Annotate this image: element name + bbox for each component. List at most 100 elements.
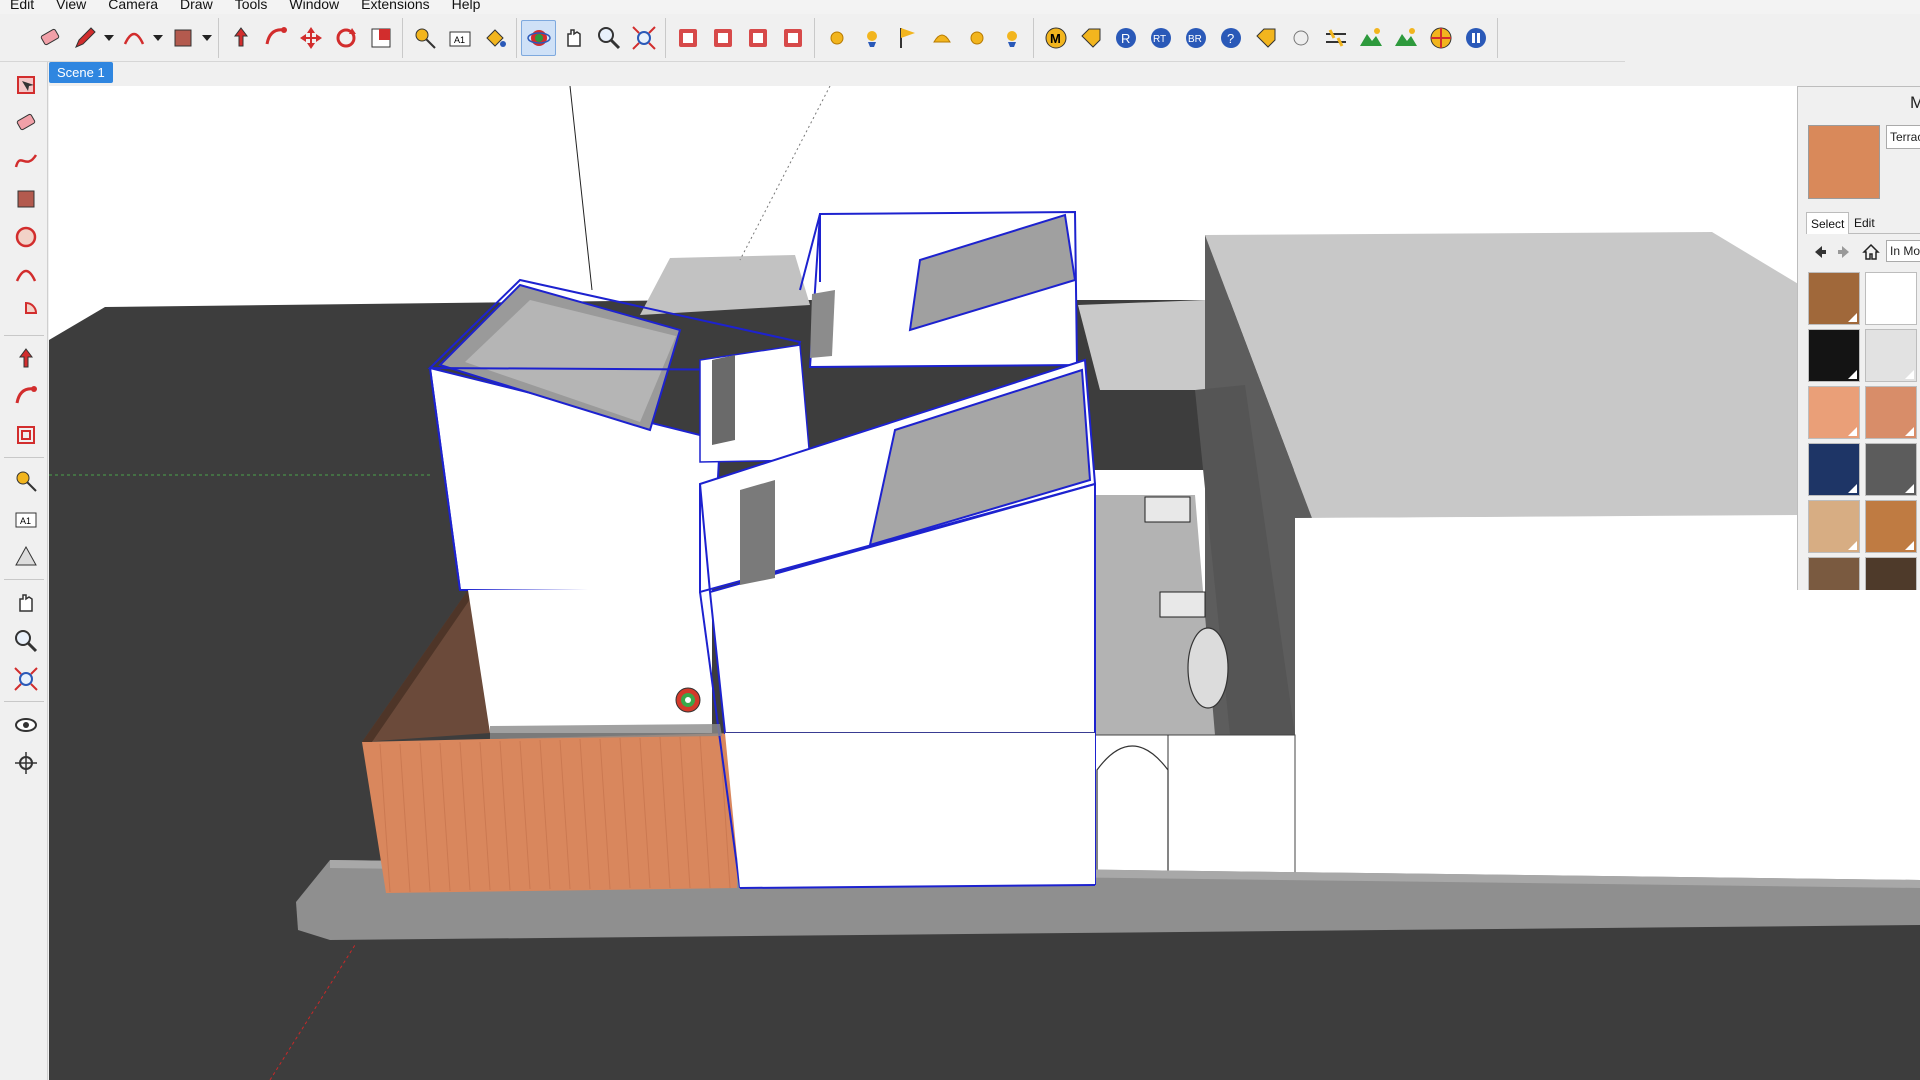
chevron-down-icon[interactable] xyxy=(102,20,116,56)
forward-arrow-icon[interactable] xyxy=(1832,239,1858,265)
arc-icon[interactable] xyxy=(116,20,151,56)
left-circle-icon[interactable] xyxy=(8,220,44,254)
materials-tabs: Select Edit xyxy=(1806,212,1920,234)
scene-tab-1[interactable]: Scene 1 xyxy=(49,62,113,83)
render-br-icon[interactable]: BR xyxy=(1178,20,1213,56)
material-swatch-terracotta[interactable] xyxy=(1808,386,1860,439)
landscape-icon[interactable] xyxy=(1353,20,1388,56)
toolbar-group: M R RT BR? xyxy=(1034,17,1498,58)
render-m-icon[interactable]: M xyxy=(1038,20,1073,56)
settings-sliders-icon[interactable] xyxy=(1318,20,1353,56)
pan-icon[interactable] xyxy=(556,20,591,56)
material-swatch-black[interactable] xyxy=(1808,329,1860,382)
menu-camera[interactable]: Camera xyxy=(97,0,169,11)
tower-shadow xyxy=(810,290,835,358)
menu-draw[interactable]: Draw xyxy=(169,0,224,11)
follow-me-icon[interactable] xyxy=(258,20,293,56)
menu-view[interactable]: View xyxy=(45,0,97,11)
tab-select[interactable]: Select xyxy=(1806,212,1850,234)
material-swatch-white[interactable] xyxy=(1865,272,1917,325)
menu-window[interactable]: Window xyxy=(278,0,350,11)
dome-light-icon[interactable] xyxy=(924,20,959,56)
paint-bucket-icon[interactable] xyxy=(477,20,512,56)
menu-help[interactable]: Help xyxy=(441,0,492,11)
help-icon[interactable]: ? xyxy=(1213,20,1248,56)
left-dimension-text-icon[interactable]: A1 xyxy=(8,502,44,536)
text-icon[interactable]: A1 xyxy=(442,20,477,56)
pause-icon[interactable] xyxy=(1458,20,1493,56)
extension-warehouse-icon[interactable] xyxy=(705,20,740,56)
sphere-yellow-icon[interactable] xyxy=(819,20,854,56)
left-rectangle-icon[interactable] xyxy=(8,182,44,216)
swatch-corner-marker xyxy=(1905,484,1914,493)
material-swatch-dark-brown[interactable] xyxy=(1865,557,1917,590)
material-swatch-navy[interactable] xyxy=(1808,443,1860,496)
flag-icon[interactable] xyxy=(889,20,924,56)
label-tag-icon[interactable] xyxy=(1248,20,1283,56)
zoom-icon[interactable] xyxy=(591,20,626,56)
left-follow-me-icon[interactable] xyxy=(8,380,44,414)
orbit-cursor-icon xyxy=(675,687,701,713)
render-r-icon[interactable]: R xyxy=(1108,20,1143,56)
layout-icon[interactable] xyxy=(740,20,775,56)
eraser-icon[interactable] xyxy=(32,20,67,56)
orb-icon[interactable] xyxy=(959,20,994,56)
collection-select[interactable]: In Mo xyxy=(1886,240,1920,262)
menu-edit[interactable]: Edit xyxy=(0,0,45,11)
left-pie-icon[interactable] xyxy=(8,296,44,330)
light-icon[interactable] xyxy=(854,20,889,56)
3d-viewport[interactable] xyxy=(49,86,1920,1080)
material-swatch-tan[interactable] xyxy=(1808,500,1860,553)
toolbar-group xyxy=(815,17,1034,58)
orbit-icon[interactable] xyxy=(521,19,556,56)
material-swatch-wood-oak[interactable] xyxy=(1808,272,1860,325)
left-tape-measure-icon[interactable] xyxy=(8,464,44,498)
material-swatch-wood-light[interactable] xyxy=(1865,500,1917,553)
pencil-icon[interactable] xyxy=(67,20,102,56)
material-name-field[interactable]: Terrac xyxy=(1886,125,1920,149)
chevron-down-icon[interactable] xyxy=(200,20,214,56)
rotate-icon[interactable] xyxy=(328,20,363,56)
landscape-export-icon[interactable] xyxy=(1388,20,1423,56)
white-sphere-icon[interactable] xyxy=(1283,20,1318,56)
left-push-pull-icon[interactable] xyxy=(8,342,44,376)
chevron-down-icon[interactable] xyxy=(151,20,165,56)
spotlight-icon[interactable] xyxy=(994,20,1029,56)
left-zoom-window-icon[interactable] xyxy=(8,624,44,658)
material-swatch-wood-dark-brown[interactable] xyxy=(1808,557,1860,590)
swatch-corner-marker xyxy=(1905,541,1914,550)
left-position-camera-icon[interactable] xyxy=(8,746,44,780)
left-eraser-icon[interactable] xyxy=(8,106,44,140)
menu-extensions[interactable]: Extensions xyxy=(350,0,440,11)
move-icon[interactable] xyxy=(293,20,328,56)
left-look-around-icon[interactable] xyxy=(8,708,44,742)
3d-warehouse-icon[interactable] xyxy=(670,20,705,56)
material-swatch-dark-gray[interactable] xyxy=(1865,443,1917,496)
target-icon[interactable] xyxy=(1423,20,1458,56)
left-arc-icon[interactable] xyxy=(8,258,44,292)
toolbar-separator xyxy=(4,579,44,580)
toolbar-group xyxy=(28,17,219,58)
left-pan-icon[interactable] xyxy=(8,586,44,620)
left-offset-icon[interactable] xyxy=(8,418,44,452)
push-pull-icon[interactable] xyxy=(223,20,258,56)
home-icon[interactable] xyxy=(1858,239,1884,265)
material-swatch-terracotta-textured[interactable] xyxy=(1865,386,1917,439)
right-volume-base xyxy=(725,733,1095,888)
back-arrow-icon[interactable] xyxy=(1806,239,1832,265)
menu-tools[interactable]: Tools xyxy=(224,0,279,11)
scale-icon[interactable] xyxy=(363,20,398,56)
zoom-extents-icon[interactable] xyxy=(626,20,661,56)
render-rt-icon[interactable]: RT xyxy=(1143,20,1178,56)
left-freehand-icon[interactable] xyxy=(8,144,44,178)
materials-panel: M Terrac Select Edit In Mo xyxy=(1797,86,1920,590)
left-zoom-extents-icon[interactable] xyxy=(8,662,44,696)
tab-edit[interactable]: Edit xyxy=(1850,212,1879,234)
left-protractor-icon[interactable] xyxy=(8,540,44,574)
material-tag-icon[interactable] xyxy=(1073,20,1108,56)
left-select-box-icon[interactable] xyxy=(8,68,44,102)
tape-measure-icon[interactable] xyxy=(407,20,442,56)
material-swatch-light-gray[interactable] xyxy=(1865,329,1917,382)
send-to-layout-icon[interactable] xyxy=(775,20,810,56)
rectangle-icon[interactable] xyxy=(165,20,200,56)
